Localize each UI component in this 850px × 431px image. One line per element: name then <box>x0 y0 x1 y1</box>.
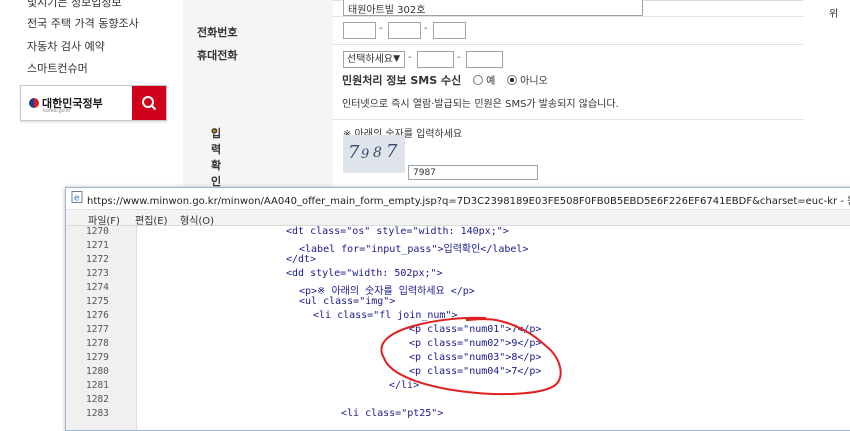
application-form: 태원아트빌 302호 전화번호 - - 휴대전화 선택하세요 ▼ - - 민원처… <box>183 0 803 188</box>
phone-input-3[interactable] <box>433 22 466 39</box>
mobile-input-2[interactable] <box>417 51 454 68</box>
mobile-row: 휴대전화 선택하세요 ▼ - - 민원처리 정보 SMS 수신 예 아니오 인터… <box>183 44 803 120</box>
phone-row: 전화번호 - - <box>183 16 803 45</box>
captcha-input-value: 7987 <box>413 168 436 178</box>
menu-item[interactable]: 빛시기는 정보입정보 <box>27 0 122 10</box>
mobile-prefix-select[interactable]: 선택하세요 ▼ <box>343 51 405 68</box>
sms-yes-label: 예 <box>486 76 496 87</box>
address-detail-input[interactable]: 태원아트빌 302호 <box>343 0 643 16</box>
gov-logo[interactable]: 대한민국정부 korea.go.kr <box>29 95 103 114</box>
dash: - <box>424 23 428 34</box>
captcha-label: 입력확인 <box>211 127 222 188</box>
side-text: 위 <box>829 9 839 20</box>
taegeuk-icon <box>29 98 39 108</box>
mobile-select-value: 선택하세요 <box>347 54 393 65</box>
captcha-digit: 7 <box>348 142 360 163</box>
menu-item-smart-consumer[interactable]: 스마트컨슈머 <box>27 60 88 76</box>
captcha-input[interactable]: 7987 <box>408 165 538 180</box>
red-annotation-circle <box>380 316 562 396</box>
search-icon <box>142 96 157 111</box>
captcha-label-cell: • 입력확인 <box>183 119 333 188</box>
dash: - <box>457 52 461 63</box>
captcha-image: 7 9 8 7 <box>343 135 405 173</box>
captcha-digit: 7 <box>386 141 398 162</box>
address-label-cell <box>183 0 333 16</box>
source-viewer-window: e https://www.minwon.go.kr/minwon/AA040_… <box>65 187 850 431</box>
search-button[interactable] <box>132 86 166 120</box>
captcha-digit: 9 <box>361 147 370 162</box>
chevron-down-icon: ▼ <box>393 54 400 64</box>
phone-label: 전화번호 <box>197 26 238 39</box>
sms-note: 인터넷으로 즉시 열람·발급되는 민원은 SMS가 발송되지 않습니다. <box>342 99 619 110</box>
mobile-label: 휴대전화 <box>197 49 238 62</box>
phone-input-2[interactable] <box>388 22 421 39</box>
phone-label-cell: 전화번호 <box>183 16 333 44</box>
sms-yes-radio[interactable] <box>473 75 484 85</box>
dash: - <box>379 23 383 34</box>
address-value: 태원아트빌 302호 <box>348 5 426 16</box>
captcha-digit: 8 <box>373 145 382 161</box>
sms-label: 민원처리 정보 SMS 수신 <box>342 74 462 87</box>
mobile-label-cell: 휴대전화 <box>183 44 333 119</box>
sms-no-radio[interactable] <box>507 75 518 85</box>
address-row: 태원아트빌 302호 <box>183 0 803 17</box>
left-menu: 빛시기는 정보입정보 전국 주택 가격 동향조사 자동차 검사 예약 스마트컨슈… <box>0 0 175 135</box>
phone-input-1[interactable] <box>343 22 376 39</box>
menu-item-car-inspection[interactable]: 자동차 검사 예약 <box>27 38 105 54</box>
dash: - <box>408 52 412 63</box>
sms-consent: 민원처리 정보 SMS 수신 예 아니오 <box>342 72 548 88</box>
menu-item-housing-price[interactable]: 전국 주택 가격 동향조사 <box>27 15 139 31</box>
mobile-input-3[interactable] <box>466 51 503 68</box>
gov-search-box: 대한민국정부 korea.go.kr <box>20 85 167 121</box>
sms-no-label: 아니오 <box>520 76 548 87</box>
gov-logo-sub: korea.go.kr <box>43 108 72 114</box>
